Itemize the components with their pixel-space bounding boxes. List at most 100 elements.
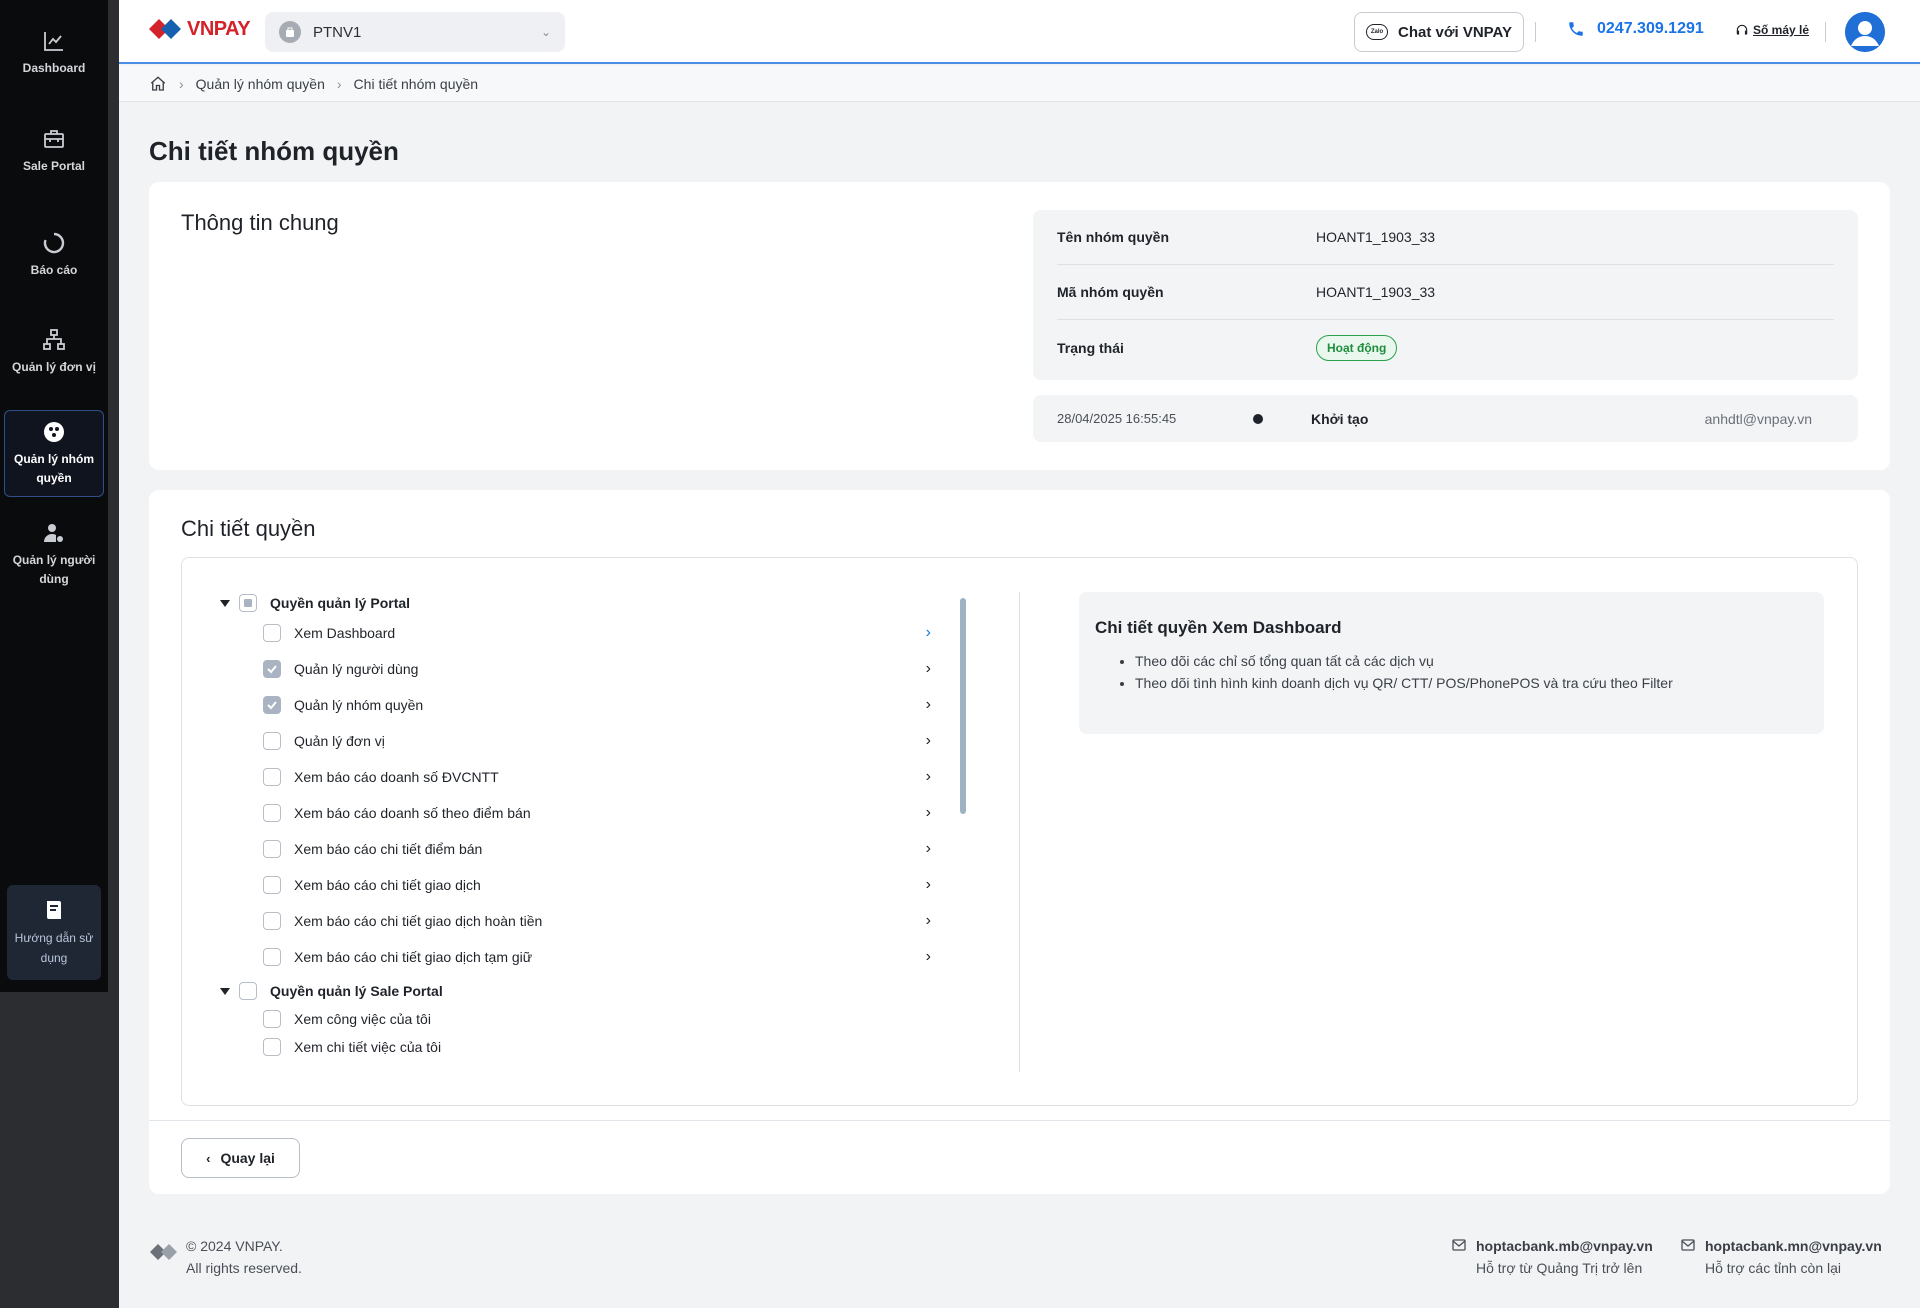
sidebar: Dashboard Sale Portal Báo cáo Quản lý đơ… [0, 0, 119, 1308]
permission-checkbox[interactable] [263, 660, 281, 678]
chevron-right-icon[interactable]: › [926, 876, 931, 894]
permission-item[interactable]: Xem báo cáo doanh số theo điểm bán › [263, 804, 931, 822]
permission-item[interactable]: Xem báo cáo chi tiết giao dịch hoàn tiền… [263, 912, 931, 930]
permission-item[interactable]: Xem chi tiết việc của tôi [263, 1038, 931, 1056]
guide-label: Hướng dẫn sử dụng [14, 930, 94, 965]
permission-checkbox[interactable] [263, 840, 281, 858]
hotline-link[interactable]: 0247.309.1291 [1567, 20, 1704, 38]
user-guide-button[interactable]: Hướng dẫn sử dụng [7, 885, 101, 980]
permission-checkbox[interactable] [263, 804, 281, 822]
info-row-status: Trạng thái Hoạt động [1057, 320, 1834, 375]
hierarchy-icon [43, 328, 65, 350]
chevron-right-icon[interactable]: › [926, 696, 931, 714]
sidebar-item-dashboard[interactable]: Dashboard [4, 20, 104, 86]
breadcrumb-separator-icon: › [336, 75, 342, 92]
chevron-right-icon[interactable]: › [926, 768, 931, 786]
permission-group-sale-portal[interactable]: Quyền quản lý Sale Portal [220, 982, 443, 1000]
merchant-name: PTNV1 [313, 23, 362, 41]
info-value: HOANT1_1903_33 [1316, 284, 1436, 300]
sidebar-item-label: Quản lý đơn vị [12, 359, 96, 374]
permission-item[interactable]: Xem báo cáo chi tiết giao dịch › [263, 876, 931, 894]
permission-item[interactable]: Xem báo cáo chi tiết giao dịch tạm giữ › [263, 948, 931, 966]
permission-description: Chi tiết quyền Xem Dashboard Theo dõi cá… [1079, 592, 1824, 734]
permission-tree: Quyền quản lý Portal Xem Dashboard › Quả… [182, 558, 966, 1107]
permission-checkbox[interactable] [263, 732, 281, 750]
check-icon [267, 701, 277, 710]
caret-down-icon[interactable] [220, 987, 230, 995]
permission-checkbox[interactable] [263, 1010, 281, 1028]
permission-label: Xem báo cáo doanh số ĐVCNTT [294, 769, 499, 785]
permission-item[interactable]: Quản lý người dùng › [263, 660, 931, 678]
briefcase-icon [44, 129, 64, 148]
vnpay-logo[interactable]: VNPAY [147, 16, 251, 42]
caret-down-icon[interactable] [220, 599, 230, 607]
chevron-right-icon[interactable]: › [926, 912, 931, 930]
top-header: VNPAY PTNV1 ⌄ Zalo Chat với VNPAY 0247.3… [119, 0, 1920, 64]
sidebar-item-label: Dashboard [22, 60, 86, 75]
contact-email[interactable]: hoptacbank.mb@vnpay.vn [1476, 1235, 1653, 1257]
sidebar-item-label: Quản lý nhóm quyền [13, 451, 94, 485]
hotline-number: 0247.309.1291 [1597, 20, 1704, 37]
history-item: 28/04/2025 16:55:45 Khởi tạo anhdtl@vnpa… [1033, 395, 1858, 442]
merchant-select[interactable]: PTNV1 ⌄ [265, 12, 565, 52]
retail-number-link[interactable]: Số máy lẻ [1735, 23, 1809, 37]
header-divider [1825, 22, 1826, 42]
permission-item[interactable]: Quản lý đơn vị › [263, 732, 931, 750]
chevron-right-icon[interactable]: › [926, 804, 931, 822]
sidebar-item-bao-cao[interactable]: Báo cáo [4, 222, 104, 288]
back-button[interactable]: ‹ Quay lại [181, 1138, 300, 1178]
check-icon [267, 665, 277, 674]
sidebar-item-quan-ly-nhom-quyen[interactable]: Quản lý nhóm quyền [4, 410, 104, 497]
info-row-code: Mã nhóm quyền HOANT1_1903_33 [1057, 265, 1834, 320]
chevron-right-icon[interactable]: › [926, 660, 931, 678]
chat-label: Chat với VNPAY [1397, 23, 1513, 41]
permission-item[interactable]: Quản lý nhóm quyền › [263, 696, 931, 714]
chevron-right-icon[interactable]: › [926, 624, 931, 642]
permission-item[interactable]: Xem công việc của tôi [263, 1010, 931, 1028]
permission-label: Xem báo cáo chi tiết giao dịch hoàn tiền [294, 913, 543, 929]
sidebar-item-quan-ly-nguoi-dung[interactable]: Quản lý người dùng [4, 514, 104, 596]
breadcrumb-item-quan-ly-nhom-quyen[interactable]: Quản lý nhóm quyền [196, 76, 325, 92]
permission-group-portal[interactable]: Quyền quản lý Portal [220, 594, 410, 612]
group-icon [44, 421, 64, 442]
contact-email[interactable]: hoptacbank.mn@vnpay.vn [1705, 1235, 1882, 1257]
permission-label: Xem báo cáo chi tiết điểm bán [294, 841, 483, 857]
permission-checkbox[interactable] [263, 768, 281, 786]
chevron-right-icon[interactable]: › [926, 732, 931, 750]
user-settings-icon [44, 524, 63, 542]
permission-checkbox[interactable] [263, 696, 281, 714]
chevron-right-icon[interactable]: › [926, 948, 931, 966]
permission-checkbox[interactable] [263, 624, 281, 642]
header-divider [1535, 22, 1536, 42]
permission-label: Xem chi tiết việc của tôi [294, 1039, 442, 1055]
chat-vnpay-button[interactable]: Zalo Chat với VNPAY [1354, 12, 1524, 52]
info-label: Mã nhóm quyền [1057, 284, 1164, 300]
tree-scrollbar[interactable] [960, 598, 966, 814]
sidebar-item-quan-ly-don-vi[interactable]: Quản lý đơn vị [4, 316, 104, 388]
permission-item[interactable]: Xem báo cáo chi tiết điểm bán › [263, 840, 931, 858]
permission-checkbox[interactable] [263, 1038, 281, 1056]
group-checkbox[interactable] [239, 982, 257, 1000]
info-label: Trạng thái [1057, 339, 1124, 356]
history-user: anhdtl@vnpay.vn [1704, 410, 1812, 427]
chevron-down-icon: ⌄ [540, 25, 551, 39]
group-checkbox[interactable] [239, 594, 257, 612]
user-avatar[interactable] [1845, 12, 1885, 52]
sidebar-item-sale-portal[interactable]: Sale Portal [4, 118, 104, 184]
contact-note: Hỗ trợ từ Quảng Trị trở lên [1476, 1260, 1643, 1276]
sidebar-item-label: Sale Portal [22, 158, 86, 173]
description-list: Theo dõi các chỉ số tổng quan tất cả các… [1095, 650, 1808, 694]
permission-item[interactable]: Xem báo cáo doanh số ĐVCNTT › [263, 768, 931, 786]
permission-detail-card: Chi tiết quyền Quyền quản lý Portal Xem … [149, 490, 1890, 1194]
home-icon[interactable] [149, 75, 167, 93]
permission-checkbox[interactable] [263, 912, 281, 930]
permission-item[interactable]: Xem Dashboard › [263, 624, 931, 642]
general-info-card: Thông tin chung Tên nhóm quyền HOANT1_19… [149, 182, 1890, 470]
vnpay-logo-icon [149, 19, 181, 39]
zalo-icon: Zalo [1365, 24, 1388, 40]
permission-checkbox[interactable] [263, 948, 281, 966]
chevron-right-icon[interactable]: › [926, 840, 931, 858]
permission-checkbox[interactable] [263, 876, 281, 894]
info-box: Tên nhóm quyền HOANT1_1903_33 Mã nhóm qu… [1033, 210, 1858, 380]
description-point: Theo dõi tình hình kinh doanh dịch vụ QR… [1135, 672, 1808, 694]
